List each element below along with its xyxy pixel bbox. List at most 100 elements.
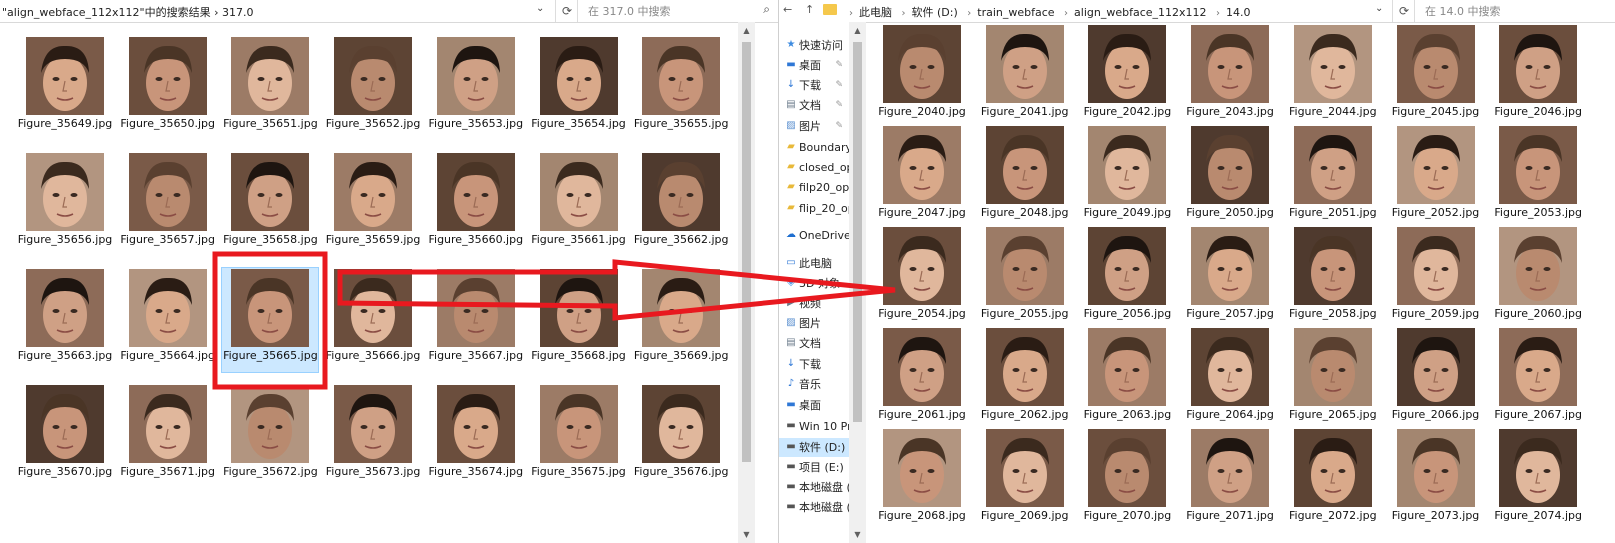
face-thumbnail[interactable] (334, 269, 413, 347)
face-thumbnail[interactable] (1499, 227, 1578, 305)
face-thumbnail[interactable] (985, 25, 1064, 103)
nav-item[interactable]: ▶ 视频 (779, 294, 849, 313)
nav-item[interactable]: ›☁OneDrive (779, 226, 849, 245)
face-thumbnail[interactable] (436, 153, 515, 231)
face-thumbnail[interactable] (1191, 126, 1270, 204)
face-thumbnail[interactable] (1088, 126, 1167, 204)
face-thumbnail[interactable] (231, 153, 310, 231)
file-tile[interactable]: Figure_2054.jpg (874, 226, 970, 330)
file-tile[interactable]: Figure_35651.jpg (222, 36, 318, 140)
face-thumbnail[interactable] (1293, 25, 1372, 103)
face-thumbnail[interactable] (1191, 429, 1270, 507)
scroll-down-arrow-icon[interactable]: ▼ (738, 526, 755, 543)
face-thumbnail[interactable] (436, 385, 515, 463)
file-tile[interactable]: Figure_2062.jpg (977, 327, 1073, 431)
file-tile[interactable]: Figure_2071.jpg (1182, 428, 1278, 532)
nav-vertical-scrollbar[interactable]: ▲ ▼ (849, 22, 866, 543)
face-thumbnail[interactable] (231, 385, 310, 463)
face-thumbnail[interactable] (128, 37, 207, 115)
face-thumbnail[interactable] (539, 269, 618, 347)
face-thumbnail[interactable] (539, 385, 618, 463)
left-address-text[interactable]: "align_webface_112x112"中的搜索结果 › 317.0 (2, 4, 254, 20)
face-thumbnail[interactable] (883, 328, 961, 406)
nav-item[interactable]: ▰ filp20_open_ali (779, 178, 849, 197)
file-tile[interactable]: Figure_2044.jpg (1285, 24, 1381, 128)
pin-icon[interactable]: ✎ (835, 117, 843, 136)
file-tile[interactable]: Figure_2042.jpg (1079, 24, 1175, 128)
face-thumbnail[interactable] (642, 269, 721, 347)
face-thumbnail[interactable] (539, 37, 618, 115)
file-tile[interactable]: Figure_35661.jpg (531, 152, 627, 256)
file-tile[interactable]: Figure_35676.jpg (633, 384, 729, 488)
file-tile[interactable]: Figure_35649.jpg (17, 36, 113, 140)
file-tile[interactable]: Figure_35659.jpg (325, 152, 421, 256)
pin-icon[interactable]: ✎ (835, 96, 843, 115)
file-tile[interactable]: Figure_35654.jpg (531, 36, 627, 140)
file-tile[interactable]: Figure_2073.jpg (1388, 428, 1484, 532)
file-tile[interactable]: Figure_2041.jpg (977, 24, 1073, 128)
file-tile[interactable]: Figure_35652.jpg (325, 36, 421, 140)
file-tile[interactable]: Figure_2068.jpg (874, 428, 970, 532)
left-search-input[interactable] (586, 3, 740, 20)
face-thumbnail[interactable] (1396, 25, 1475, 103)
file-tile[interactable]: Figure_2043.jpg (1182, 24, 1278, 128)
back-arrow-icon[interactable]: ← (783, 3, 792, 16)
file-tile[interactable]: Figure_35662.jpg (633, 152, 729, 256)
right-search-input[interactable] (1423, 3, 1577, 20)
breadcrumb-item[interactable]: 14.0 (1226, 6, 1251, 19)
face-thumbnail[interactable] (883, 126, 961, 204)
file-tile[interactable]: Figure_35655.jpg (633, 36, 729, 140)
nav-item[interactable]: ↓ 下载 (779, 355, 849, 374)
nav-item[interactable]: ▬ 软件 (D:) (779, 438, 849, 457)
file-tile[interactable]: Figure_35670.jpg (17, 384, 113, 488)
file-tile[interactable]: Figure_35673.jpg (325, 384, 421, 488)
face-thumbnail[interactable] (1191, 25, 1270, 103)
refresh-icon[interactable]: ⟳ (555, 0, 578, 22)
file-tile[interactable]: Figure_2053.jpg (1490, 125, 1586, 229)
nav-item[interactable]: ▬本地磁盘 (G:) (779, 498, 849, 517)
pin-icon[interactable]: ✎ (835, 56, 843, 75)
face-thumbnail[interactable] (985, 227, 1064, 305)
face-thumbnail[interactable] (334, 37, 413, 115)
face-thumbnail[interactable] (1499, 328, 1578, 406)
file-tile[interactable]: Figure_2069.jpg (977, 428, 1073, 532)
file-tile[interactable]: Figure_2048.jpg (977, 125, 1073, 229)
file-tile[interactable]: Figure_2049.jpg (1079, 125, 1175, 229)
right-search-box[interactable] (1414, 0, 1615, 22)
file-tile[interactable]: Figure_2052.jpg (1388, 125, 1484, 229)
nav-item[interactable]: ▤ 文档 ✎ (779, 96, 849, 115)
file-tile[interactable]: Figure_2063.jpg (1079, 327, 1175, 431)
file-tile[interactable]: Figure_2050.jpg (1182, 125, 1278, 229)
search-icon[interactable]: ⌕ (763, 2, 770, 17)
file-tile[interactable]: Figure_2067.jpg (1490, 327, 1586, 431)
nav-item[interactable]: ▨ 图片 ✎ (779, 117, 849, 136)
file-tile[interactable]: Figure_35664.jpg (120, 268, 216, 372)
file-tile[interactable]: Figure_2040.jpg (874, 24, 970, 128)
nav-item[interactable]: ▬ 项目 (E:) (779, 458, 849, 477)
breadcrumb-item[interactable]: align_webface_112x112 (1074, 6, 1206, 19)
face-thumbnail[interactable] (231, 37, 310, 115)
file-tile[interactable]: Figure_2045.jpg (1388, 24, 1484, 128)
file-tile[interactable]: Figure_2046.jpg (1490, 24, 1586, 128)
face-thumbnail[interactable] (985, 328, 1064, 406)
right-address-bar[interactable]: ← ↑ › 此电脑 › 软件 (D:) › train_webface › align_… (779, 0, 1615, 23)
breadcrumb[interactable]: › 此电脑 › 软件 (D:) › train_webface › align_webf… (843, 4, 1251, 20)
face-thumbnail[interactable] (1396, 126, 1475, 204)
face-thumbnail[interactable] (1088, 429, 1167, 507)
file-tile[interactable]: Figure_2066.jpg (1388, 327, 1484, 431)
face-thumbnail[interactable] (985, 429, 1064, 507)
file-tile[interactable]: Figure_2060.jpg (1490, 226, 1586, 330)
file-tile[interactable]: Figure_35667.jpg (428, 268, 524, 372)
file-tile[interactable]: Figure_2047.jpg (874, 125, 970, 229)
refresh-icon[interactable]: ⟳ (1392, 0, 1415, 22)
nav-item[interactable]: ▬本地磁盘 (F:) (779, 478, 849, 497)
left-search-box[interactable]: ⌕ (577, 0, 778, 22)
left-address-bar[interactable]: "align_webface_112x112"中的搜索结果 › 317.0 ⌄ … (0, 0, 778, 23)
face-thumbnail[interactable] (1293, 126, 1372, 204)
file-tile[interactable]: Figure_2070.jpg (1079, 428, 1175, 532)
breadcrumb-item[interactable]: train_webface (977, 6, 1054, 19)
file-tile[interactable]: Figure_35656.jpg (17, 152, 113, 256)
file-tile[interactable]: Figure_35658.jpg (222, 152, 318, 256)
nav-item[interactable]: ▨ 图片 (779, 314, 849, 333)
face-thumbnail[interactable] (1088, 227, 1167, 305)
